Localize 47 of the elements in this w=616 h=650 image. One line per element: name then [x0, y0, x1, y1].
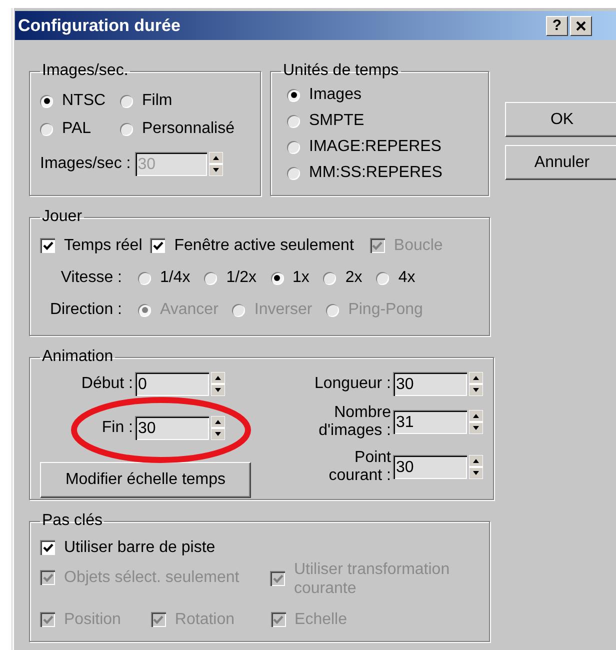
radio-button[interactable]: 1/4x	[138, 269, 190, 288]
number-field[interactable]: 31	[393, 410, 467, 434]
group-title: Images/sec.	[41, 62, 130, 80]
radio-button[interactable]: Film	[120, 92, 250, 110]
rescale-time-button[interactable]: Modifier échelle temps	[40, 462, 251, 498]
checkbox[interactable]: Temps réel	[40, 236, 142, 256]
radio-button[interactable]: SMPTE	[287, 112, 478, 130]
field-label: Nombre d'images :	[318, 404, 391, 441]
radio-button[interactable]: PAL	[40, 120, 120, 138]
number-field[interactable]: 0	[135, 372, 209, 396]
field-label: Fin :	[102, 419, 133, 437]
dialog-button[interactable]: Annuler	[505, 145, 616, 180]
field-label: Longueur :	[313, 374, 391, 394]
radio-button[interactable]: MM:SS:REPERES	[287, 164, 478, 182]
help-button[interactable]: ?	[546, 16, 568, 36]
close-icon	[575, 20, 587, 32]
spinner-arrows-icon[interactable]	[469, 372, 483, 396]
field-label: Début :	[81, 375, 133, 393]
radio-button[interactable]: Images	[287, 86, 478, 104]
direction-label: Direction :	[48, 301, 122, 320]
radio-button[interactable]: 4x	[376, 269, 416, 288]
spinner-arrows-icon[interactable]	[469, 455, 483, 480]
radio-button[interactable]: 2x	[323, 269, 362, 288]
group-title: Jouer	[41, 208, 84, 226]
number-field[interactable]: 30	[393, 372, 467, 396]
radio-button[interactable]: NTSC	[40, 92, 120, 110]
radio-button[interactable]: 1x	[270, 269, 310, 288]
close-button[interactable]	[570, 16, 592, 36]
number-field[interactable]: 30	[135, 416, 209, 440]
dialog-button[interactable]: OK	[505, 102, 616, 137]
spinner-arrows-icon[interactable]	[208, 152, 223, 176]
field-label: Point courant :	[328, 448, 391, 486]
radio-button[interactable]: Personnalisé	[120, 120, 250, 138]
group-title: Animation	[41, 348, 114, 366]
window-title: Configuration durée	[17, 16, 180, 36]
field-label: Images/sec :	[40, 155, 131, 173]
checkbox[interactable]: Fenêtre active seulement	[150, 236, 354, 256]
spinner-arrows-icon[interactable]	[469, 410, 483, 434]
group-title: Pas clés	[41, 512, 104, 530]
speed-label: Vitesse :	[60, 269, 122, 288]
radio-button[interactable]: 1/2x	[204, 269, 256, 288]
group-title: Unités de temps	[282, 62, 400, 80]
spinner-arrows-icon[interactable]	[211, 416, 225, 440]
number-field[interactable]: 30	[393, 455, 467, 480]
radio-button[interactable]: IMAGE:REPERES	[287, 138, 478, 156]
checkbox[interactable]: Utiliser barre de piste	[40, 538, 216, 558]
spinner-arrows-icon[interactable]	[211, 372, 225, 396]
